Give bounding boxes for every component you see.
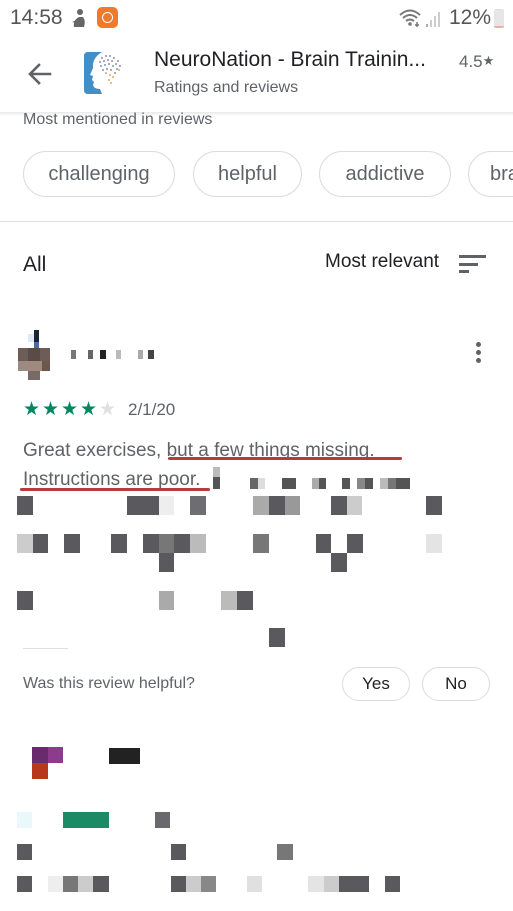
reviewer-name — [71, 350, 161, 360]
wifi-icon — [399, 9, 421, 27]
review-date: 2/1/20 — [128, 400, 176, 419]
battery-fill — [494, 25, 504, 28]
star-icon: ★ — [482, 53, 495, 68]
sort-dropdown[interactable]: Most relevant — [325, 251, 439, 273]
helpful-no-button[interactable]: No — [422, 667, 490, 701]
next-reviewer-name — [109, 748, 140, 764]
sort-icon[interactable] — [459, 254, 487, 274]
filter-all[interactable]: All — [23, 253, 46, 277]
chip-challenging[interactable]: challenging — [23, 151, 175, 197]
app-rating-value: 4.5 — [459, 52, 483, 71]
status-time: 14:58 — [10, 6, 63, 29]
star-filled-icon: ★ — [23, 399, 41, 420]
star-empty-icon: ★ — [99, 399, 117, 420]
chip-helpful[interactable]: helpful — [193, 151, 302, 197]
battery-percent: 12% — [449, 6, 492, 29]
review-text-line-1: Great exercises, but a few things missin… — [23, 440, 375, 461]
chip-brain[interactable]: bra — [468, 151, 513, 197]
more-vert-icon[interactable] — [472, 342, 486, 366]
text-underline — [20, 488, 210, 491]
battery-icon — [494, 9, 504, 28]
helpful-yes-button[interactable]: Yes — [342, 667, 410, 701]
app-title: NeuroNation - Brain Trainin... — [154, 48, 426, 71]
divider — [0, 221, 513, 222]
arrow-left-icon[interactable] — [24, 58, 56, 90]
app-notification-icon — [97, 7, 118, 28]
app-header: NeuroNation - Brain Trainin... 4.5★ Rati… — [0, 38, 513, 112]
star-filled-icon: ★ — [61, 399, 79, 420]
divider — [23, 648, 68, 649]
person-notification-icon — [72, 9, 85, 27]
text-underline — [168, 457, 402, 460]
page-subtitle: Ratings and reviews — [154, 79, 299, 96]
star-filled-icon: ★ — [80, 399, 98, 420]
app-rating: 4.5★ — [459, 52, 494, 72]
status-bar: 14:58 12% — [0, 0, 513, 38]
next-review-avatar — [32, 747, 63, 780]
avatar — [18, 330, 52, 380]
chip-addictive[interactable]: addictive — [319, 151, 451, 197]
star-filled-icon: ★ — [42, 399, 60, 420]
review-text: Great exercises, but a few things missin… — [23, 436, 493, 494]
signal-icon — [426, 12, 440, 27]
app-icon[interactable] — [82, 48, 128, 98]
helpful-question: Was this review helpful? — [23, 675, 195, 692]
mentions-label: Most mentioned in reviews — [23, 111, 213, 128]
